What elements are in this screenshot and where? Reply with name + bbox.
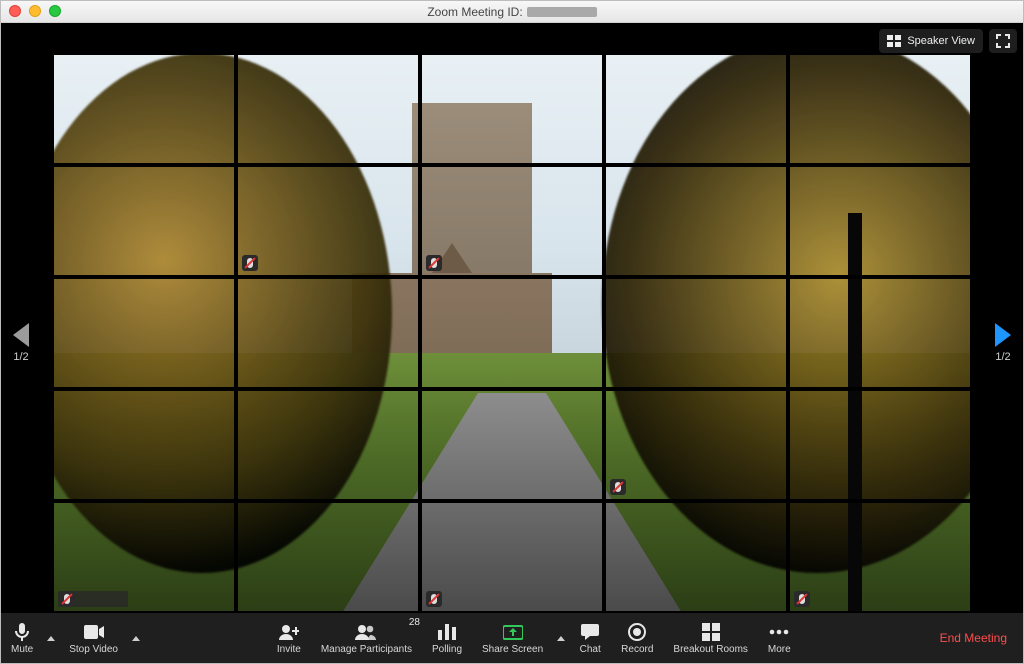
- title-prefix: Zoom Meeting ID:: [427, 5, 522, 19]
- participant-tile[interactable]: [236, 53, 420, 165]
- stop-video-button[interactable]: Stop Video: [59, 613, 128, 663]
- share-screen-button[interactable]: Share Screen: [472, 613, 553, 663]
- muted-icon: [242, 255, 258, 271]
- participant-tile[interactable]: [52, 389, 236, 501]
- stop-video-label: Stop Video: [69, 644, 118, 655]
- more-label: More: [768, 644, 791, 655]
- titlebar: Zoom Meeting ID:: [1, 1, 1023, 23]
- muted-icon: [610, 479, 626, 495]
- muted-icon: [794, 591, 810, 607]
- view-controls: Speaker View: [879, 29, 1017, 53]
- speaker-view-button[interactable]: Speaker View: [879, 29, 983, 53]
- mute-button[interactable]: Mute: [1, 613, 43, 663]
- meeting-toolbar: Mute Stop Video Invite 28 Manage: [1, 613, 1023, 663]
- participant-tile[interactable]: [788, 501, 972, 613]
- participant-name-bar: [58, 591, 128, 607]
- end-meeting-label: End Meeting: [940, 631, 1007, 645]
- microphone-icon: [11, 622, 33, 642]
- muted-icon: [426, 255, 442, 271]
- share-screen-icon: [502, 622, 524, 642]
- breakout-rooms-label: Breakout Rooms: [673, 644, 747, 655]
- breakout-rooms-button[interactable]: Breakout Rooms: [663, 613, 757, 663]
- speaker-view-label: Speaker View: [907, 35, 975, 47]
- participant-tile[interactable]: [236, 165, 420, 277]
- participant-tile[interactable]: [604, 277, 788, 389]
- participants-icon: [355, 622, 377, 642]
- participant-tile[interactable]: [52, 165, 236, 277]
- polling-icon: [436, 622, 458, 642]
- polling-button[interactable]: Polling: [422, 613, 472, 663]
- chat-button[interactable]: Chat: [569, 613, 611, 663]
- manage-participants-label: Manage Participants: [321, 644, 412, 655]
- participant-tile[interactable]: [52, 277, 236, 389]
- participant-tile[interactable]: [604, 501, 788, 613]
- record-label: Record: [621, 644, 653, 655]
- muted-icon: [426, 591, 442, 607]
- gallery-grid: [52, 53, 972, 613]
- participants-count: 28: [409, 617, 420, 628]
- record-button[interactable]: Record: [611, 613, 663, 663]
- audio-options-caret[interactable]: [43, 613, 59, 663]
- minimize-window-button[interactable]: [29, 5, 41, 17]
- fullscreen-icon: [996, 34, 1010, 48]
- gallery-stage: [1, 53, 1023, 613]
- participant-tile[interactable]: [604, 165, 788, 277]
- share-options-caret[interactable]: [553, 613, 569, 663]
- meeting-content: Speaker View 1/2 1/2: [1, 23, 1023, 663]
- participant-tile[interactable]: [420, 165, 604, 277]
- participant-tile[interactable]: [52, 501, 236, 613]
- video-options-caret[interactable]: [128, 613, 144, 663]
- mute-label: Mute: [11, 644, 33, 655]
- close-window-button[interactable]: [9, 5, 21, 17]
- participant-tile[interactable]: [604, 389, 788, 501]
- window-title: Zoom Meeting ID:: [427, 5, 596, 19]
- muted-icon: [59, 591, 75, 607]
- more-icon: [768, 622, 790, 642]
- invite-button[interactable]: Invite: [267, 613, 311, 663]
- participant-tile[interactable]: [236, 501, 420, 613]
- zoom-window-button[interactable]: [49, 5, 61, 17]
- invite-icon: [278, 622, 300, 642]
- participant-tile[interactable]: [420, 389, 604, 501]
- video-icon: [83, 622, 105, 642]
- end-meeting-button[interactable]: End Meeting: [924, 613, 1023, 663]
- participant-tile[interactable]: [788, 53, 972, 165]
- chat-label: Chat: [580, 644, 601, 655]
- record-icon: [626, 622, 648, 642]
- meeting-id-masked: [527, 7, 597, 17]
- polling-label: Polling: [432, 644, 462, 655]
- participant-tile[interactable]: [420, 277, 604, 389]
- participant-tile[interactable]: [236, 277, 420, 389]
- gallery-icon: [887, 35, 901, 47]
- share-screen-label: Share Screen: [482, 644, 543, 655]
- window-controls: [9, 5, 61, 17]
- invite-label: Invite: [277, 644, 301, 655]
- participant-tile[interactable]: [788, 277, 972, 389]
- app-window: Zoom Meeting ID: Speaker View 1/2 1/2: [0, 0, 1024, 664]
- participant-tile[interactable]: [420, 501, 604, 613]
- more-button[interactable]: More: [758, 613, 801, 663]
- participant-tile[interactable]: [604, 53, 788, 165]
- participant-tile[interactable]: [236, 389, 420, 501]
- manage-participants-button[interactable]: 28 Manage Participants: [311, 613, 422, 663]
- participant-tile[interactable]: [788, 389, 972, 501]
- breakout-rooms-icon: [700, 622, 722, 642]
- chat-icon: [579, 622, 601, 642]
- participant-tile[interactable]: [52, 53, 236, 165]
- participant-tile[interactable]: [788, 165, 972, 277]
- fullscreen-button[interactable]: [989, 29, 1017, 53]
- participant-tile[interactable]: [420, 53, 604, 165]
